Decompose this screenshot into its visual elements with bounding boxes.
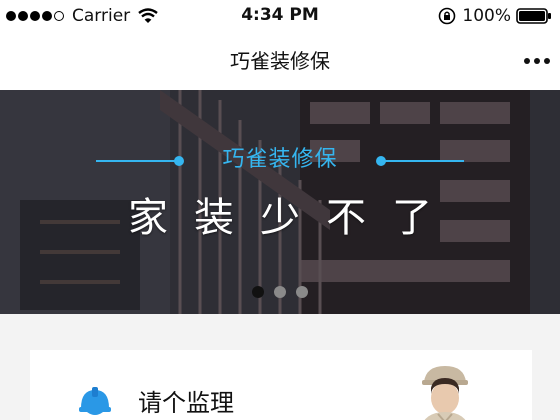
hardhat-icon bbox=[79, 387, 111, 415]
more-icon[interactable] bbox=[520, 58, 550, 64]
carousel-pager[interactable] bbox=[0, 286, 560, 298]
battery-icon bbox=[516, 8, 551, 24]
status-bar: Carrier 4:34 PM 100% bbox=[0, 0, 560, 32]
banner-subtitle: 巧雀装修保 bbox=[222, 147, 338, 172]
decorative-line-right bbox=[380, 160, 464, 162]
nav-bar: 巧雀装修保 bbox=[0, 32, 560, 90]
page-title: 巧雀装修保 bbox=[230, 49, 330, 73]
battery-percent: 100% bbox=[462, 6, 511, 26]
card-label: 请个监理 bbox=[138, 389, 234, 417]
banner-carousel[interactable]: 巧雀装修保 家装少不了 bbox=[0, 90, 560, 314]
worker-avatar-image bbox=[422, 366, 468, 420]
status-right: 100% bbox=[438, 6, 552, 26]
pager-dot[interactable] bbox=[252, 286, 264, 298]
banner-title: 家装少不了 bbox=[128, 195, 458, 241]
supervisor-card[interactable]: 请个监理 bbox=[30, 350, 532, 420]
lock-rotation-icon bbox=[439, 7, 456, 25]
pager-dot[interactable] bbox=[274, 286, 286, 298]
pager-dot[interactable] bbox=[296, 286, 308, 298]
